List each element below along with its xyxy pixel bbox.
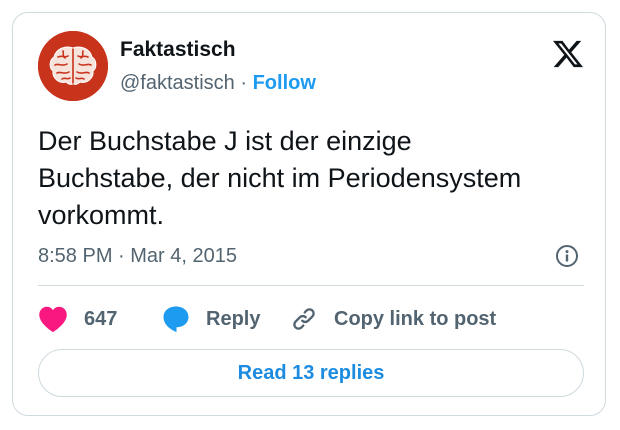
tweet-date: Mar 4, 2015 [130,245,237,267]
x-logo-icon[interactable] [553,40,583,68]
avatar[interactable] [38,31,108,101]
read-replies-button[interactable]: Read 13 replies [38,349,584,397]
handle-separator: · [234,72,253,94]
copy-link-button[interactable]: Copy link to post [290,301,496,337]
tweet-text: Der Buchstabe J ist der einzige Buchstab… [38,123,588,234]
author-name[interactable]: Faktastisch [120,37,236,63]
author-handle[interactable]: @faktastisch [120,72,235,94]
brain-icon [38,31,108,101]
like-button[interactable]: 647 [38,301,117,337]
tweet-time: 8:58 PM [38,245,113,267]
tweet-text-line: vorkommt. [38,200,165,230]
heart-icon [39,306,67,333]
like-count: 647 [84,308,118,330]
copy-link-label: Copy link to post [334,308,497,330]
author-handle-row: @faktastisch · Follow [120,70,316,96]
tweet-timestamp[interactable]: 8:58 PM · Mar 4, 2015 [38,243,237,269]
action-bar: 647 Reply Copy link to post [38,301,584,337]
link-icon [293,308,315,330]
divider [38,285,584,286]
speech-bubble-icon [163,306,189,333]
reply-label: Reply [206,308,261,330]
tweet-text-line: Buchstabe, der nicht im Periodensystem [38,163,522,193]
date-separator: · [112,245,131,267]
info-icon[interactable] [555,244,579,268]
reply-button[interactable]: Reply [161,301,260,337]
tweet-card: Faktastisch @faktastisch · Follow Der Bu… [12,12,606,416]
tweet-text-line: Der Buchstabe J ist der einzige [38,126,412,156]
follow-button[interactable]: Follow [253,72,316,94]
